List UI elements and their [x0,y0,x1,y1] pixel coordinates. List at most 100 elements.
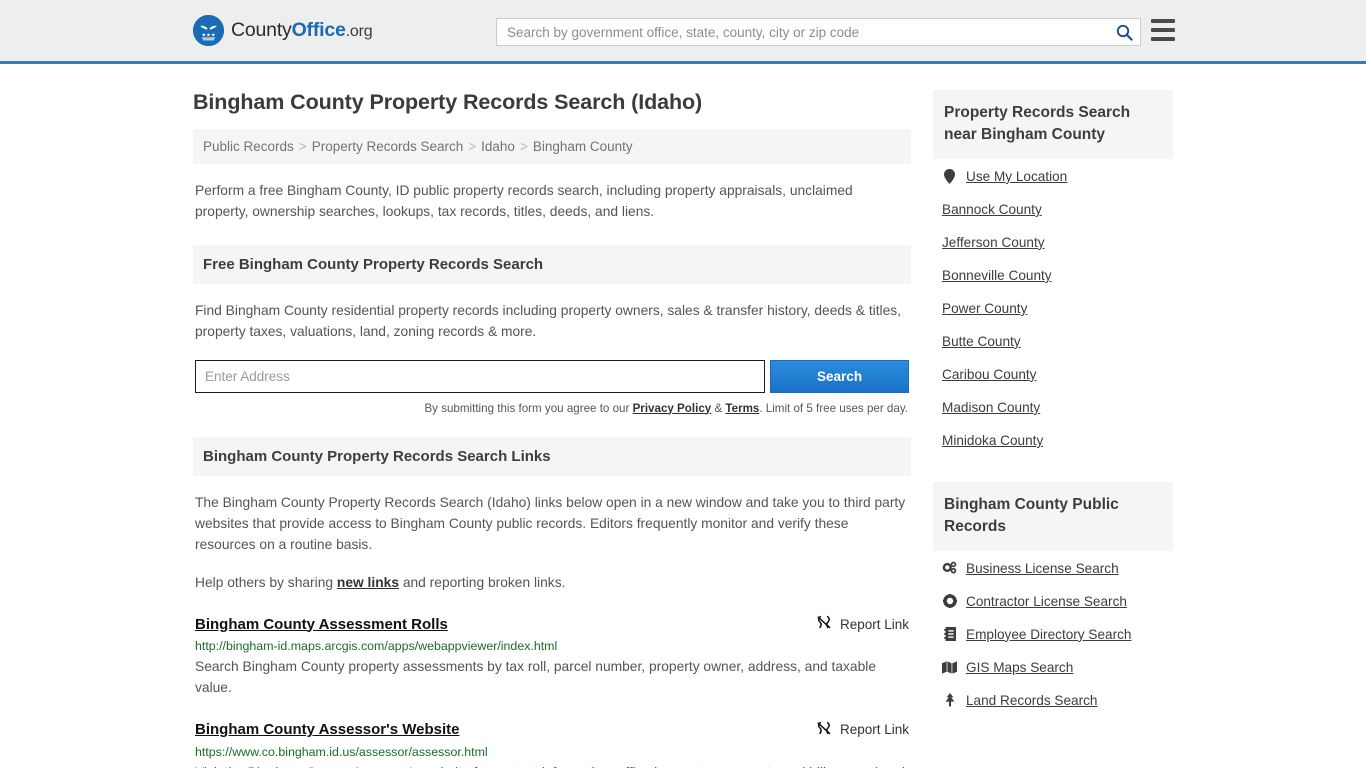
sidebar-item-label[interactable]: Minidoka County [942,433,1043,448]
link-entry-description: Search Bingham County property assessmen… [195,659,876,696]
sidebar-item-power-county[interactable]: Power County [942,291,1164,324]
logo-text-org: .org [345,23,373,40]
report-link-button[interactable]: Report Link [816,615,909,633]
help-suffix: and reporting broken links. [399,574,566,590]
sidebar-item-label[interactable]: Madison County [942,400,1040,415]
disclaimer-amp: & [711,401,726,415]
links-panel-heading: Bingham County Property Records Search L… [193,436,911,476]
sidebar-item-madison-county[interactable]: Madison County [942,390,1164,423]
new-links-link[interactable]: new links [337,575,399,590]
sidebar-block-nearby: Property Records Search near Bingham Cou… [933,90,1173,456]
link-entry: Bingham County Assessment Rolls Report L… [193,615,911,699]
hamburger-bar-2 [1151,28,1175,32]
sidebar-item-bonneville-county[interactable]: Bonneville County [942,258,1164,291]
sidebar-item-label[interactable]: Bannock County [942,202,1042,217]
sidebar-item-butte-county[interactable]: Butte County [942,324,1164,357]
breadcrumb-item-bingham-county[interactable]: Bingham County [533,139,633,154]
eagle-seal-icon: ★★★ [193,15,224,46]
disclaimer-prefix: By submitting this form you agree to our [424,401,633,415]
sidebar-item-label[interactable]: Contractor License Search [966,594,1127,609]
logo-wordmark: CountyOffice.org [231,19,373,42]
links-panel-body: The Bingham County Property Records Sear… [193,492,911,594]
hamburger-bar-1 [1151,19,1175,23]
address-input[interactable] [195,359,766,393]
sidebar-item-minidoka-county[interactable]: Minidoka County [942,423,1164,456]
sidebar-item-contractor-license-search[interactable]: Contractor License Search [942,584,1164,617]
sidebar-item-label[interactable]: Caribou County [942,367,1036,382]
site-logo[interactable]: ★★★ CountyOffice.org [193,15,373,46]
sidebar: Property Records Search near Bingham Cou… [933,64,1173,768]
link-entry-title[interactable]: Bingham County Assessment Rolls [195,616,448,633]
report-link-button[interactable]: Report Link [816,721,909,739]
sidebar-item-employee-directory-search[interactable]: Employee Directory Search [942,617,1164,650]
broken-link-icon [816,721,832,739]
sidebar-item-jefferson-county[interactable]: Jefferson County [942,225,1164,258]
sidebar-item-business-license-search[interactable]: Business License Search [942,551,1164,584]
breadcrumb-item-public-records[interactable]: Public Records [203,139,294,154]
sidebar-item-label[interactable]: Use My Location [966,169,1067,184]
sidebar-block-public-records: Bingham County Public Records Business L… [933,481,1173,716]
link-entry: Bingham County Assessor's Website Report… [193,721,911,768]
free-search-description: Find Bingham County residential property… [195,302,902,340]
logo-text-county: County [231,19,292,41]
help-prefix: Help others by sharing [195,574,337,590]
free-search-panel-heading: Free Bingham County Property Records Sea… [193,244,911,284]
sidebar-item-bannock-county[interactable]: Bannock County [942,192,1164,225]
sidebar-item-label[interactable]: Power County [942,301,1027,316]
hamburger-menu-icon[interactable] [1151,19,1175,41]
report-link-label: Report Link [839,616,909,632]
sidebar-item-label[interactable]: Employee Directory Search [966,627,1131,642]
logo-text-office: Office [291,19,346,41]
sidebar-item-gis-maps-search[interactable]: GIS Maps Search [942,650,1164,683]
link-entry-url: http://bingham-id.maps.arcgis.com/apps/w… [195,639,558,653]
sidebar-item-label[interactable]: Bonneville County [942,268,1052,283]
site-header: ★★★ CountyOffice.org [0,0,1366,64]
breadcrumb-separator: > [519,139,528,154]
cogs-icon [942,561,957,576]
main-column: Bingham County Property Records Search (… [193,64,911,768]
report-link-label: Report Link [839,722,909,738]
sidebar-item-label[interactable]: Business License Search [966,561,1119,576]
disclaimer-suffix: . Limit of 5 free uses per day. [759,401,908,415]
sidebar-item-label[interactable]: Land Records Search [966,693,1097,708]
sidebar-public-records-list: Business License Search Contractor Licen… [933,551,1173,716]
sidebar-public-records-heading: Bingham County Public Records [933,481,1173,551]
privacy-policy-link[interactable]: Privacy Policy [633,402,712,415]
link-entry-url: https://www.co.bingham.id.us/assessor/as… [195,744,488,759]
address-book-icon [942,627,957,642]
tree-icon [942,693,957,708]
hamburger-bar-3 [1151,37,1175,41]
page-container: Bingham County Property Records Search (… [0,64,1366,768]
sidebar-item-use-my-location[interactable]: Use My Location [942,159,1164,192]
search-input[interactable] [497,19,1108,45]
links-panel-paragraph: The Bingham County Property Records Sear… [195,494,906,553]
breadcrumb-separator: > [298,139,307,154]
sidebar-item-label[interactable]: Jefferson County [942,235,1045,250]
map-icon [942,660,957,675]
sidebar-item-land-records-search[interactable]: Land Records Search [942,683,1164,716]
link-entry-description: Visit the Bingham County Assessor's webs… [195,762,909,768]
form-disclaimer: By submitting this form you agree to our… [195,402,909,415]
free-search-panel-body: Find Bingham County residential property… [193,300,911,415]
sidebar-nearby-heading: Property Records Search near Bingham Cou… [933,90,1173,159]
map-pin-icon [942,168,957,184]
breadcrumb-separator: > [468,139,477,154]
address-search-form: Search [195,359,909,393]
page-intro-text: Perform a free Bingham County, ID public… [195,183,853,220]
sidebar-nearby-list: Use My Location Bannock County Jefferson… [933,159,1173,456]
terms-link[interactable]: Terms [725,402,759,415]
address-search-button[interactable]: Search [770,359,909,393]
global-search-bar [496,18,1141,46]
link-entry-title[interactable]: Bingham County Assessor's Website [195,721,459,738]
breadcrumb-item-idaho[interactable]: Idaho [481,139,515,154]
sidebar-item-label[interactable]: Butte County [942,334,1021,349]
links-panel-help-line: Help others by sharing new links and rep… [195,572,909,593]
broken-link-icon [816,615,832,633]
sidebar-item-caribou-county[interactable]: Caribou County [942,357,1164,390]
gear-icon [942,594,957,609]
sidebar-item-label[interactable]: GIS Maps Search [966,660,1073,675]
page-title: Bingham County Property Records Search (… [193,90,703,114]
search-icon[interactable] [1108,19,1140,45]
breadcrumb-item-property-records-search[interactable]: Property Records Search [312,139,464,154]
breadcrumb: Public Records > Property Records Search > I… [193,129,911,164]
